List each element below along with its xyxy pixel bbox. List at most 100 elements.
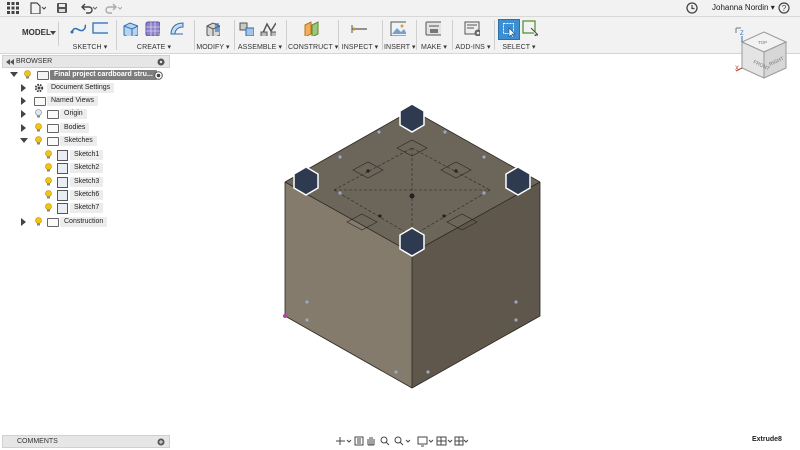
browser-node-document-settings[interactable]: Document Settings	[0, 82, 170, 94]
insert-image-icon	[390, 21, 406, 36]
file-menu-icon[interactable]	[30, 2, 47, 15]
document-icon	[37, 71, 49, 80]
assemble-menu-label: ASSEMBLE ▾	[237, 44, 283, 51]
browser-header[interactable]: BROWSER	[2, 55, 170, 68]
grid-snap-icon[interactable]	[436, 436, 453, 446]
visibility-bulb-icon[interactable]	[45, 190, 52, 199]
visibility-bulb-icon[interactable]	[45, 150, 52, 159]
visibility-bulb-icon[interactable]	[35, 123, 42, 132]
browser-node-origin[interactable]: Origin	[0, 108, 170, 120]
look-at-icon[interactable]	[354, 436, 364, 446]
browser-node-sketch[interactable]: Sketch7	[0, 202, 170, 214]
new-component-icon	[239, 22, 254, 36]
browser-node-named-views[interactable]: Named Views	[0, 95, 170, 107]
make-group[interactable]: MAKE ▾	[418, 17, 450, 53]
app-grid-icon[interactable]	[7, 2, 19, 14]
folder-icon	[47, 137, 59, 146]
visibility-bulb-off-icon[interactable]	[35, 109, 42, 118]
modify-group[interactable]: MODIFY ▾	[196, 17, 230, 53]
browser-root-node[interactable]: Final project cardboard stru...	[0, 69, 170, 81]
visibility-bulb-icon[interactable]	[24, 70, 31, 79]
expand-toggle[interactable]	[21, 124, 26, 132]
browser-node-sketch[interactable]: Sketch3	[0, 176, 170, 188]
job-status-icon[interactable]	[686, 2, 698, 14]
panel-options-icon[interactable]	[157, 58, 165, 66]
redo-icon[interactable]	[104, 2, 123, 14]
offset-plane-icon	[304, 21, 319, 36]
expand-toggle[interactable]	[21, 218, 26, 226]
visibility-bulb-icon[interactable]	[45, 203, 52, 212]
select-group[interactable]: SELECT ▾	[496, 17, 542, 53]
expand-toggle[interactable]	[10, 72, 18, 77]
select-cursor-icon	[503, 23, 516, 37]
sketch-icon	[57, 190, 68, 201]
browser-node-bodies[interactable]: Bodies	[0, 122, 170, 134]
expand-toggle[interactable]	[20, 138, 28, 143]
orbit-icon[interactable]	[336, 437, 352, 445]
fit-zoom-icon[interactable]	[394, 436, 411, 446]
visibility-bulb-icon[interactable]	[45, 177, 52, 186]
measure-icon	[351, 25, 367, 33]
status-active-feature: Extrude8	[752, 436, 782, 443]
expand-toggle[interactable]	[21, 84, 26, 92]
sketch-rectangle-icon	[92, 22, 108, 34]
viewports-icon[interactable]	[454, 436, 468, 446]
create-group[interactable]: CREATE ▾	[118, 17, 190, 53]
workspace-switcher[interactable]: MODEL	[6, 22, 59, 46]
visibility-bulb-icon[interactable]	[35, 217, 42, 226]
expand-toggle[interactable]	[21, 97, 26, 105]
3d-print-icon	[425, 21, 441, 36]
node-label: Construction	[60, 217, 108, 227]
toolbar-divider	[452, 20, 453, 50]
gear-icon	[34, 83, 44, 93]
browser-node-sketch[interactable]: Sketch1	[0, 149, 170, 161]
toolbar-divider	[234, 20, 235, 50]
node-label: Origin	[60, 109, 87, 119]
document-root-label: Final project cardboard stru...	[50, 70, 157, 80]
viewcube[interactable]: FRONT RIGHT TOP Z X	[734, 26, 794, 86]
toolbar-divider	[416, 20, 417, 50]
insert-group[interactable]: INSERT ▾	[384, 17, 416, 53]
comments-panel[interactable]: COMMENTS	[2, 435, 170, 448]
visibility-bulb-icon[interactable]	[35, 136, 42, 145]
undo-icon[interactable]	[80, 2, 98, 14]
extrude-icon	[123, 22, 138, 36]
folder-icon	[34, 97, 46, 106]
assemble-group[interactable]: ASSEMBLE ▾	[236, 17, 284, 53]
scripts-addins-icon	[464, 21, 480, 36]
construct-menu-label: CONSTRUCT ▾	[288, 44, 339, 51]
construct-group[interactable]: CONSTRUCT ▾	[288, 17, 339, 53]
browser-node-sketch[interactable]: Sketch2	[0, 162, 170, 174]
browser-node-sketch[interactable]: Sketch6	[0, 189, 170, 201]
workspace-label: MODEL	[22, 28, 51, 37]
node-label: Sketch1	[70, 150, 104, 160]
activate-radio-icon[interactable]	[154, 71, 163, 80]
help-icon[interactable]: ?	[778, 2, 790, 14]
inspect-group[interactable]: INSPECT ▾	[340, 17, 380, 53]
toolbar-divider	[194, 20, 195, 50]
visibility-bulb-icon[interactable]	[45, 163, 52, 172]
revolve-icon	[170, 22, 184, 35]
folder-icon	[47, 218, 59, 227]
zoom-icon[interactable]	[380, 436, 390, 446]
add-ins-group[interactable]: ADD-INS ▾	[454, 17, 492, 53]
select-tool-active[interactable]	[498, 19, 520, 40]
3d-viewport[interactable]	[170, 54, 800, 434]
save-icon[interactable]	[56, 2, 68, 14]
collapse-panel-icon[interactable]	[6, 59, 14, 65]
viewcube-top-label: TOP	[758, 40, 767, 45]
display-settings-icon[interactable]	[417, 436, 434, 447]
sketch-group[interactable]: SKETCH ▾	[66, 17, 114, 53]
pan-hand-icon[interactable]	[367, 437, 375, 446]
insert-menu-label: INSERT ▾	[384, 44, 416, 51]
sketch-icon	[57, 177, 68, 188]
toolbar-divider	[382, 20, 383, 50]
user-menu[interactable]: Johanna Nordin ▾	[712, 2, 775, 14]
comments-collapse-icon[interactable]	[161, 439, 169, 445]
browser-node-construction[interactable]: Construction	[0, 216, 170, 228]
node-label: Sketch6	[70, 190, 104, 200]
expand-toggle[interactable]	[21, 110, 26, 118]
browser-node-sketches[interactable]: Sketches	[0, 135, 170, 147]
node-label: Sketch7	[70, 203, 104, 213]
form-icon	[145, 21, 160, 36]
